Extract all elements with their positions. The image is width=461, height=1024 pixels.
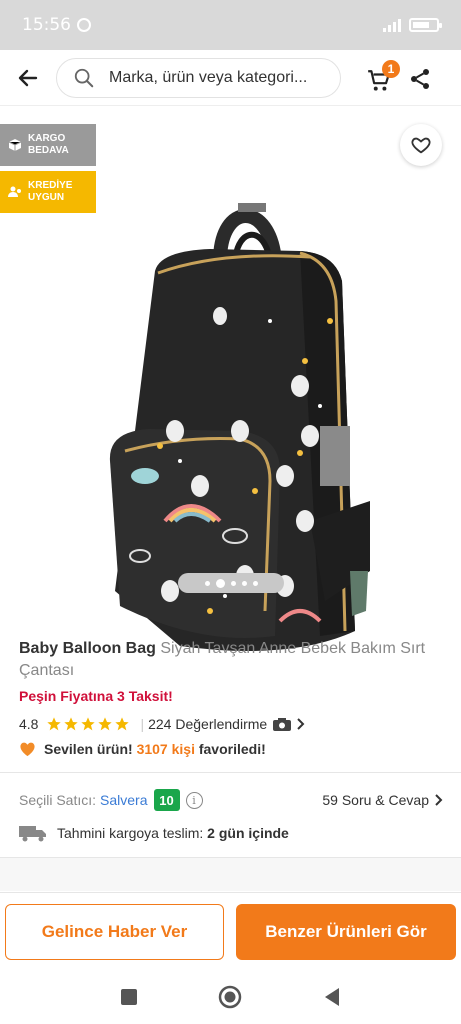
seller-row: Seçili Satıcı: Salvera 10 i 59 Soru & Ce… [19, 788, 443, 812]
star-icon [115, 717, 130, 731]
seller-label: Seçili Satıcı: [19, 792, 97, 808]
favorite-prefix: Sevilen ürün! [44, 741, 133, 757]
favorite-info: Sevilen ürün! 3107 kişi favoriledi! [19, 741, 266, 757]
free-shipping-tag: KARGO BEDAVA [0, 124, 96, 166]
rating-row[interactable]: 4.8 | 224 Değerlendirme [19, 714, 305, 734]
info-icon[interactable]: i [185, 791, 203, 809]
favorite-suffix: favoriledi! [198, 741, 266, 757]
review-count: 224 Değerlendirme [148, 716, 268, 732]
search-input[interactable]: Marka, ürün veya kategori... [56, 57, 341, 98]
star-icon [47, 717, 62, 731]
recents-square-icon[interactable] [120, 988, 138, 1006]
similar-products-button[interactable]: Benzer Ürünleri Gör [236, 904, 456, 960]
cart-button[interactable]: 1 [366, 60, 400, 96]
top-bar: Marka, ürün veya kategori... 1 [0, 50, 461, 106]
truck-icon [19, 826, 46, 842]
image-pagination[interactable] [178, 573, 284, 593]
search-icon [74, 68, 94, 87]
rating-value: 4.8 [19, 716, 39, 732]
home-circle-icon[interactable] [218, 985, 242, 1009]
battery-icon [409, 18, 442, 32]
orange-heart-icon [20, 742, 35, 757]
favorite-count: 3107 kişi [136, 741, 195, 757]
pagination-dot-active[interactable] [215, 578, 225, 588]
installment-text: Peşin Fiyatına 3 Taksit! [19, 688, 173, 704]
favorite-button[interactable] [400, 124, 442, 166]
pagination-dot[interactable] [204, 580, 210, 586]
signal-icon [383, 18, 401, 32]
delivery-label: Tahmini kargoya teslim: [57, 825, 204, 841]
pagination-dot[interactable] [230, 580, 236, 586]
system-nav-bar [0, 970, 461, 1024]
delivery-row: Tahmini kargoya teslim: 2 gün içinde [19, 822, 289, 844]
status-time: 15:56 [22, 15, 71, 35]
status-bar: 15:56 [0, 0, 461, 50]
back-button[interactable] [0, 50, 56, 106]
section-separator [0, 857, 461, 891]
cart-count-badge: 1 [382, 60, 400, 78]
people-icon [8, 186, 21, 197]
chevron-right-icon [435, 794, 443, 806]
box-icon [8, 139, 22, 151]
divider [0, 772, 461, 773]
qa-label: 59 Soru & Cevap [322, 792, 429, 808]
heart-icon [411, 137, 431, 154]
star-icon [98, 717, 113, 731]
pagination-dot[interactable] [241, 580, 247, 586]
back-triangle-icon[interactable] [323, 987, 341, 1007]
notify-me-button[interactable]: Gelince Haber Ver [5, 904, 224, 960]
share-icon [411, 69, 429, 89]
chevron-right-icon [297, 718, 305, 730]
star-icon [81, 717, 96, 731]
rating-stars [46, 716, 130, 732]
seller-name-link[interactable]: Salvera [100, 792, 147, 808]
star-icon [64, 717, 79, 731]
pagination-dot[interactable] [252, 580, 258, 586]
free-shipping-label: KARGO BEDAVA [28, 133, 69, 156]
qa-link[interactable]: 59 Soru & Cevap [322, 792, 443, 808]
product-gallery[interactable]: KARGO BEDAVA KREDİYE UYGUN [0, 106, 461, 651]
arrow-left-icon [18, 69, 38, 86]
seller-score-badge: 10 [153, 789, 180, 811]
product-brand[interactable]: Baby Balloon Bag [19, 640, 156, 657]
search-placeholder: Marka, ürün veya kategori... [109, 68, 308, 86]
share-button[interactable] [408, 62, 438, 92]
delivery-value: 2 gün içinde [207, 825, 289, 841]
alarm-icon [77, 18, 91, 32]
bottom-action-bar: Gelince Haber Ver Benzer Ürünleri Gör [0, 892, 461, 970]
product-title: Baby Balloon Bag Siyah Tavşan Anne Bebek… [19, 638, 449, 682]
camera-icon [273, 717, 292, 731]
